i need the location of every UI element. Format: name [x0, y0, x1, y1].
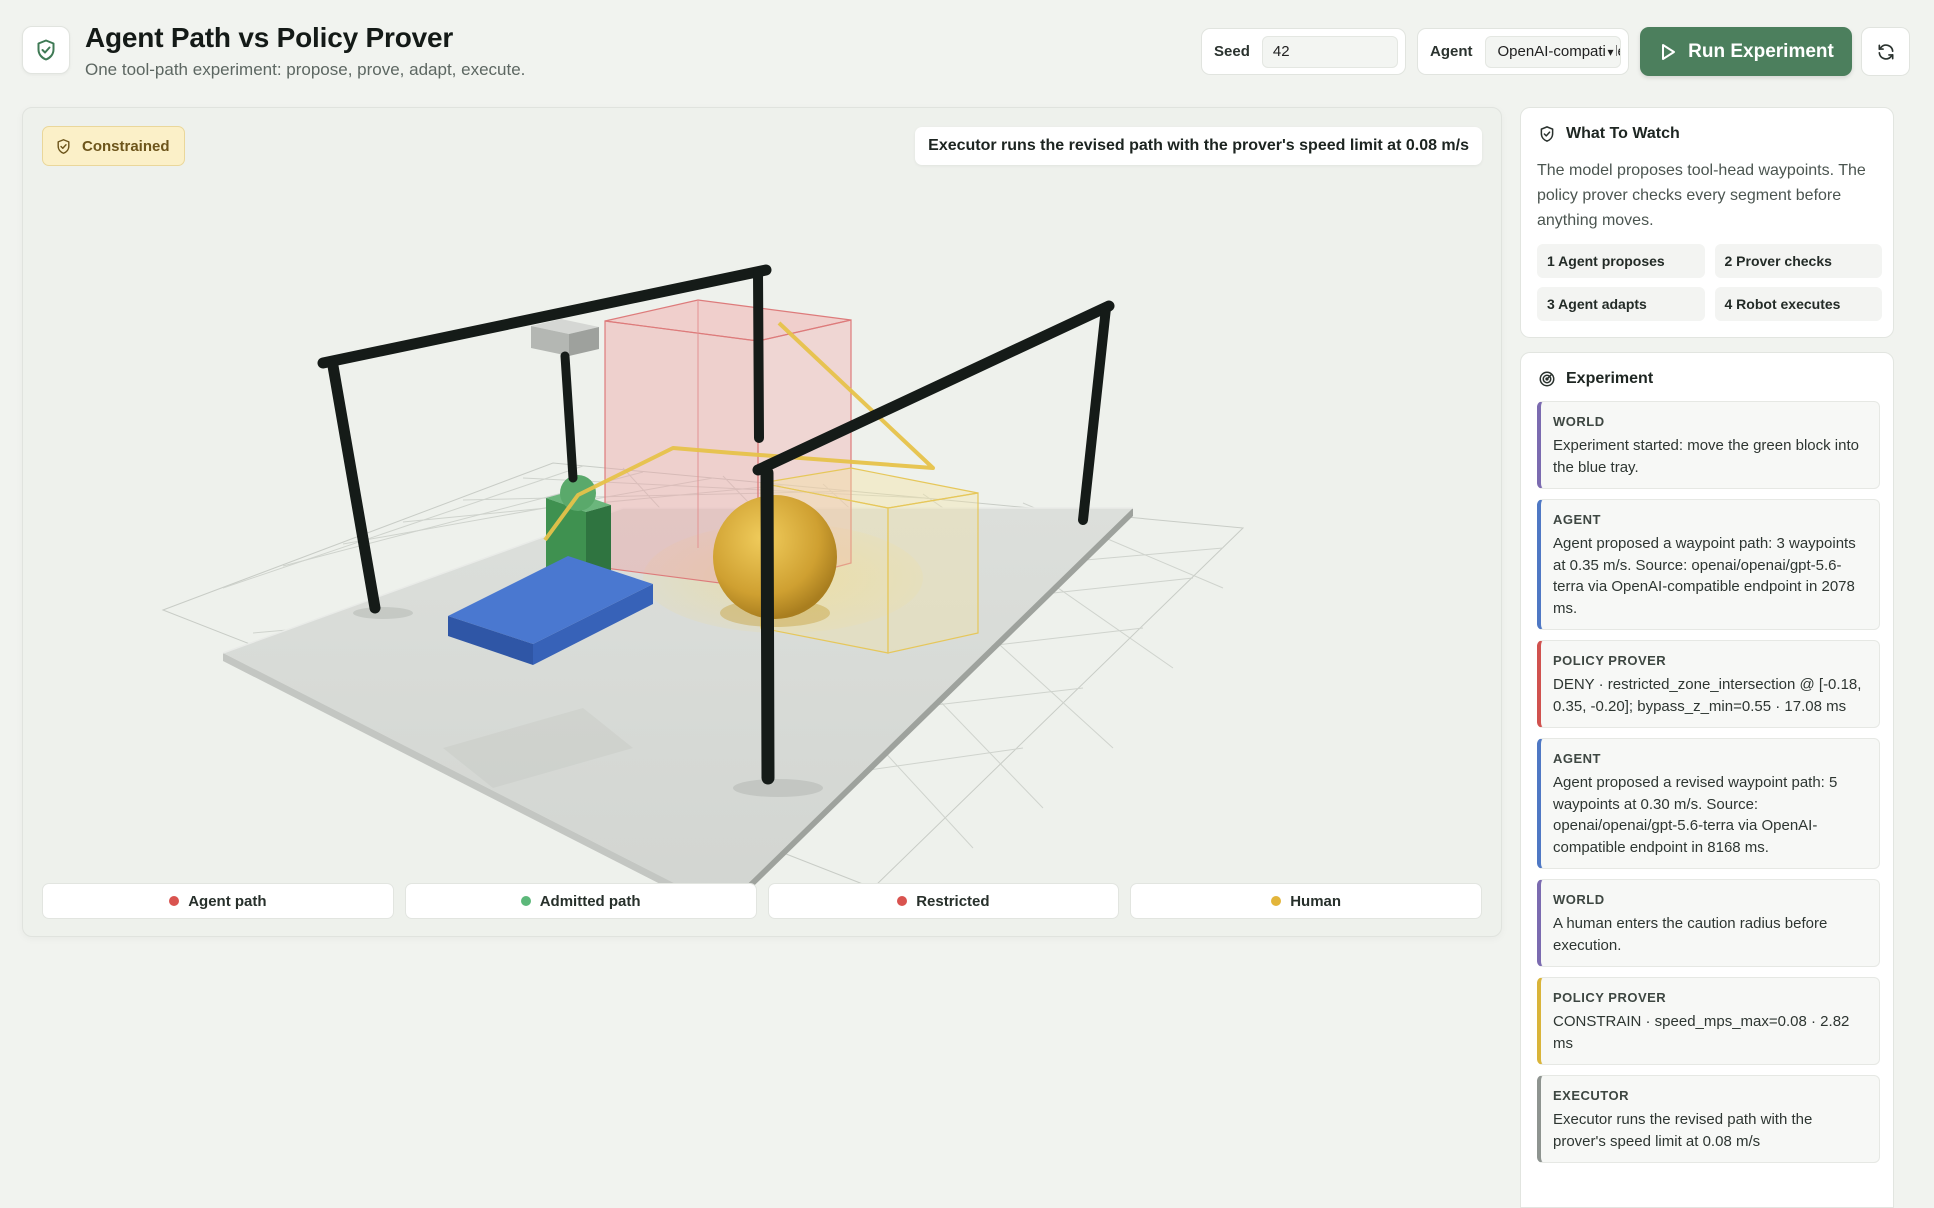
legend-item-admitted-path: Admitted path	[404, 883, 757, 919]
event-text: Agent proposed a revised waypoint path: …	[1553, 774, 1838, 856]
legend-label: Agent path	[188, 892, 267, 910]
legend-dot	[520, 896, 531, 906]
step-agent-adapts: 3 Agent adapts	[1537, 287, 1705, 321]
step-grid: 1 Agent proposes 2 Prover checks 3 Agent…	[1537, 244, 1882, 321]
human-figure	[713, 495, 837, 627]
legend-dot	[169, 896, 180, 906]
event-text: CONSTRAIN · speed_mps_max=0.08 · 2.82 ms	[1553, 1013, 1850, 1052]
robot-scene[interactable]	[23, 108, 1502, 937]
event-text: Experiment started: move the green block…	[1553, 437, 1859, 476]
event-world: WORLD Experiment started: move the green…	[1537, 401, 1880, 489]
what-to-watch-body: The model proposes tool-head waypoints. …	[1537, 162, 1866, 229]
reset-button[interactable]	[1861, 27, 1910, 76]
experiment-header: Experiment	[1538, 370, 1653, 388]
event-text: A human enters the caution radius before…	[1553, 915, 1828, 954]
what-to-watch-header: What To Watch	[1538, 125, 1680, 143]
run-experiment-label: Run Experiment	[1688, 40, 1834, 62]
what-to-watch-title: What To Watch	[1566, 125, 1680, 142]
status-banner: Executor runs the revised path with the …	[915, 127, 1482, 165]
seed-label: Seed	[1214, 43, 1250, 60]
event-agent: AGENT Agent proposed a waypoint path: 3 …	[1537, 499, 1880, 630]
legend-label: Admitted path	[539, 892, 641, 910]
experiment-title: Experiment	[1566, 370, 1654, 387]
event-text: Agent proposed a waypoint path: 3 waypoi…	[1553, 535, 1856, 617]
event-executor: EXECUTOR Executor runs the revised path …	[1537, 1075, 1880, 1163]
event-type: POLICY PROVER	[1553, 990, 1667, 1005]
legend-label: Human	[1290, 892, 1342, 910]
mode-badge-label: Constrained	[82, 137, 170, 155]
event-world-human: WORLD A human enters the caution radius …	[1537, 879, 1880, 967]
seed-input[interactable]: 42	[1261, 35, 1398, 68]
event-type: AGENT	[1553, 512, 1601, 527]
agent-select[interactable]: OpenAI-compatible ▾	[1484, 35, 1621, 68]
event-agent-revised: AGENT Agent proposed a revised waypoint …	[1537, 738, 1880, 869]
event-text: DENY · restricted_zone_intersection @ [-…	[1553, 676, 1862, 715]
app-logo	[22, 26, 70, 74]
page-title: Agent Path vs Policy Prover	[85, 22, 454, 53]
legend-dot	[897, 896, 908, 906]
shield-check-icon	[37, 39, 55, 61]
event-policy-prover-deny: POLICY PROVER DENY · restricted_zone_int…	[1537, 640, 1880, 728]
agent-label: Agent	[1430, 43, 1473, 60]
legend-item-restricted: Restricted	[767, 883, 1120, 919]
event-type: WORLD	[1553, 414, 1605, 429]
event-policy-prover-constrain: POLICY PROVER CONSTRAIN · speed_mps_max=…	[1537, 977, 1880, 1065]
play-icon	[1662, 43, 1676, 60]
shield-check-icon	[1540, 126, 1554, 142]
legend-item-human: Human	[1130, 883, 1482, 919]
step-robot-executes: 4 Robot executes	[1714, 287, 1882, 321]
shield-check-icon	[57, 138, 70, 154]
radar-icon	[1539, 371, 1555, 387]
what-to-watch-card: What To Watch The model proposes tool-he…	[1520, 107, 1894, 338]
event-type: POLICY PROVER	[1553, 653, 1667, 668]
event-type: EXECUTOR	[1553, 1088, 1629, 1103]
agent-select-value: OpenAI-compatible	[1497, 42, 1621, 60]
tool-carriage	[531, 319, 599, 483]
mode-badge: Constrained	[42, 126, 185, 166]
scene-viewport[interactable]: Constrained Executor runs the revised pa…	[22, 107, 1502, 937]
page-subtitle: One tool-path experiment: propose, prove…	[85, 60, 526, 79]
step-prover-checks: 2 Prover checks	[1714, 244, 1882, 278]
seed-control: Seed 42	[1201, 28, 1406, 75]
event-type: AGENT	[1553, 751, 1601, 766]
event-text: Executor runs the revised path with the …	[1553, 1111, 1813, 1150]
experiment-log-card: Experiment WORLD Experiment started: mov…	[1520, 352, 1894, 1208]
legend-dot	[1271, 896, 1282, 906]
scene-legend: Agent path Admitted path Restricted Huma…	[42, 883, 1482, 919]
step-agent-proposes: 1 Agent proposes	[1537, 244, 1705, 278]
event-type: WORLD	[1553, 892, 1605, 907]
event-list: WORLD Experiment started: move the green…	[1537, 401, 1880, 1163]
refresh-icon	[1878, 43, 1893, 60]
chevron-down-icon: ▾	[1605, 36, 1616, 67]
legend-label: Restricted	[916, 892, 990, 910]
legend-item-agent-path: Agent path	[42, 883, 394, 919]
agent-control: Agent OpenAI-compatible ▾	[1417, 28, 1629, 75]
run-experiment-button[interactable]: Run Experiment	[1640, 27, 1852, 76]
